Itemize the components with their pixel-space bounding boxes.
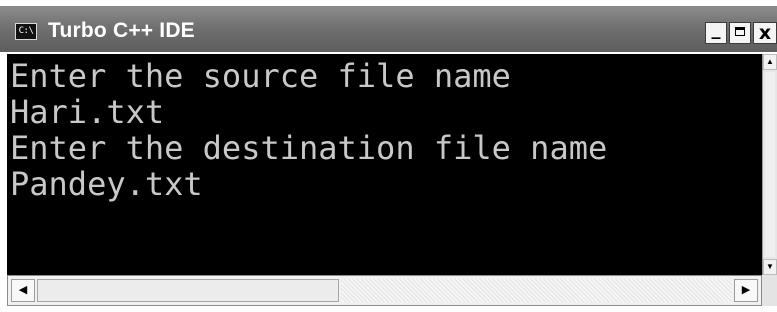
close-button[interactable]: x [753,22,777,44]
console-line: Hari.txt [10,93,165,131]
window-title: Turbo C++ IDE [48,19,195,42]
horizontal-scroll-track[interactable] [341,279,732,302]
scroll-down-arrow-icon[interactable]: ▼ [763,259,777,275]
vertical-scroll-track[interactable] [765,72,775,257]
console-app-icon[interactable]: C:\ [15,23,37,40]
console-line: Enter the destination file name [10,129,608,167]
scroll-left-arrow-icon[interactable]: ◀ [11,279,35,302]
scroll-right-arrow-icon[interactable]: ▶ [734,279,758,302]
vertical-scrollbar[interactable]: ▲ ▼ [762,54,777,275]
resize-corner[interactable] [762,275,777,306]
title-bar[interactable]: C:\ Turbo C++ IDE _ x [0,6,777,52]
horizontal-scroll-thumb[interactable] [37,279,339,302]
console-line: Enter the source file name [10,57,511,95]
console-output[interactable]: Enter the source file name Hari.txt Ente… [7,54,762,275]
maximize-button[interactable] [729,22,751,44]
console-line: Pandey.txt [10,165,203,203]
horizontal-scrollbar[interactable]: ◀ ▶ [7,275,762,306]
turbo-cpp-window: C:\ Turbo C++ IDE _ x Enter the source f… [0,0,777,312]
minimize-button[interactable]: _ [705,21,727,44]
scroll-up-arrow-icon[interactable]: ▲ [763,54,777,70]
